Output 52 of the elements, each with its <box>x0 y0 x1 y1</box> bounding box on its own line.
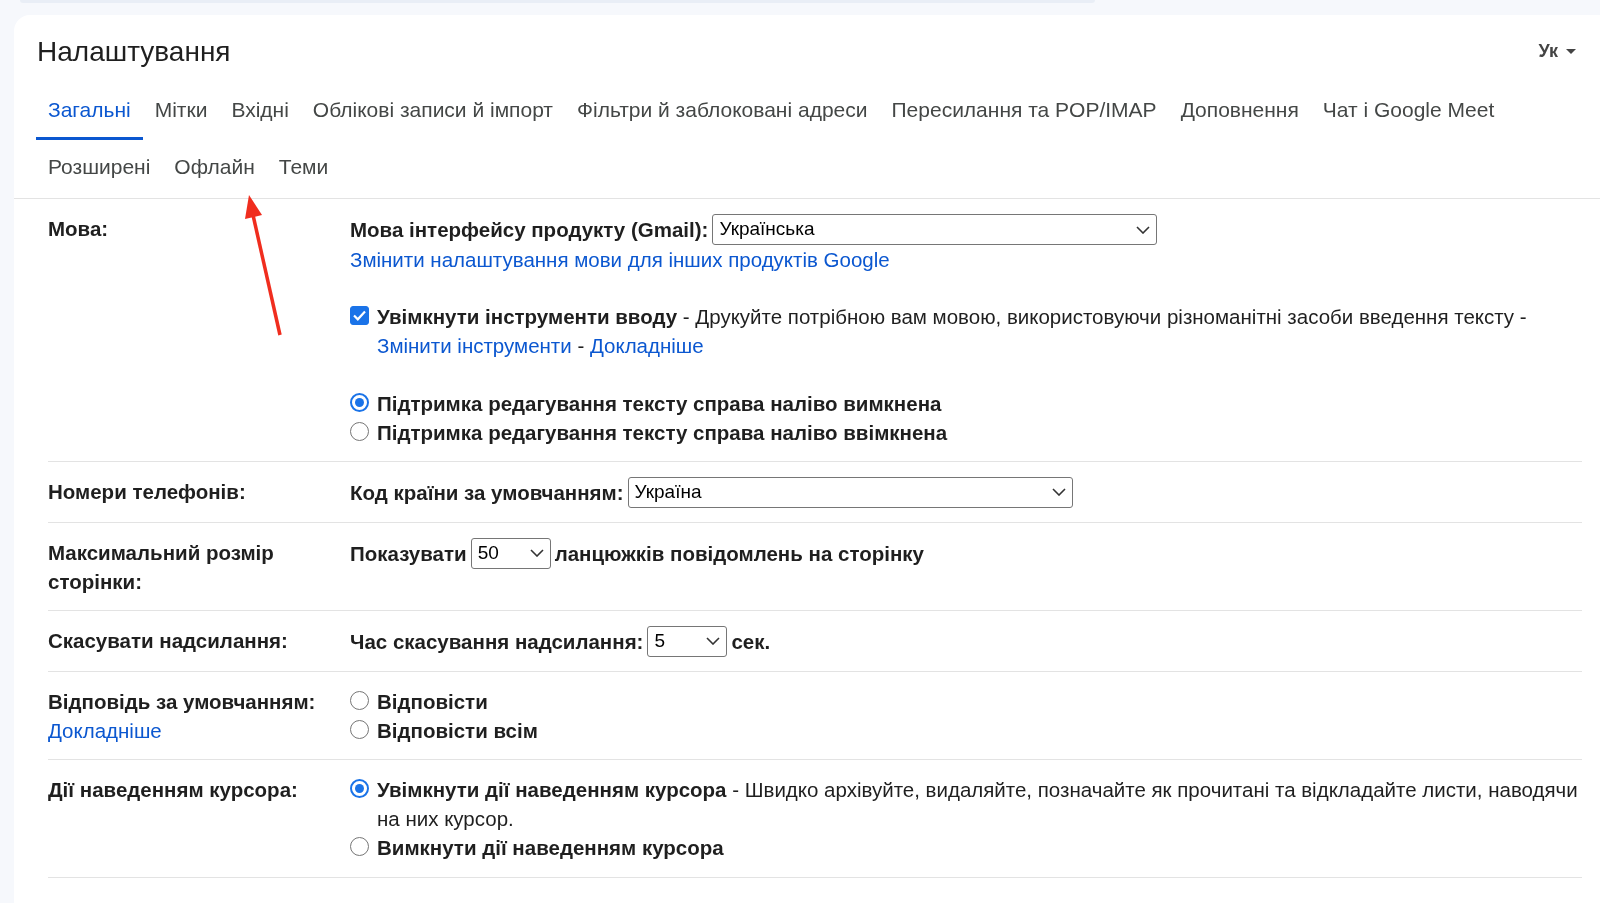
chevron-down-icon <box>529 549 544 558</box>
dropdown[interactable]: 5 <box>647 626 728 657</box>
caret-icon <box>1566 48 1576 55</box>
dropdown[interactable]: 50 <box>470 537 551 569</box>
setting-label: Скасувати надсилання: <box>48 628 289 654</box>
radio-button[interactable] <box>350 837 369 857</box>
page-title: Налаштування <box>36 35 231 69</box>
settings-tab[interactable]: Доповнення <box>1168 82 1311 141</box>
settings-tab[interactable]: Офлайн <box>162 140 267 199</box>
checkbox[interactable] <box>350 306 369 326</box>
input-tools-button[interactable]: Ук <box>1538 39 1576 65</box>
dropdown[interactable]: Україна <box>627 476 1073 508</box>
option-label: Підтримка редагування тексту справа наліво ввімкнена <box>377 419 948 446</box>
settings-tab[interactable]: Облікові записи й імпорт <box>300 82 565 141</box>
radio-button[interactable] <box>350 720 369 740</box>
settings-tab[interactable]: Розширені <box>36 140 163 199</box>
setting-label: Мова: <box>48 216 110 243</box>
settings-tab[interactable]: Пересилання та POP/IMAP <box>879 82 1169 141</box>
option-description: Увімкнути інструменти вводу - Друкуйте потрібною вам мовою, використовуючи різноманітні засоби введення тексту - Змінити інструменти - Докладніше <box>377 304 1528 360</box>
settings-tab[interactable]: Теми <box>266 140 341 199</box>
field-label: Мова інтерфейсу продукту (Gmail): <box>350 217 709 244</box>
setting-label: Максимальний розмір сторінки: <box>48 539 275 595</box>
settings-tab[interactable]: Загальні <box>36 82 143 141</box>
option-link[interactable]: Змінити інструменти <box>377 334 572 358</box>
settings-tab[interactable]: Фільтри й заблоковані адреси <box>565 82 880 141</box>
chevron-down-icon <box>1051 488 1066 497</box>
dropdown[interactable]: Українська <box>712 214 1158 246</box>
option-label: Підтримка редагування тексту справа наліво вимкнена <box>377 390 942 417</box>
setting-label: Відповідь за умовчанням: <box>48 689 317 715</box>
option-label: Відповісти <box>377 689 488 715</box>
radio-button[interactable] <box>350 421 369 441</box>
field-label: Показувати <box>350 540 467 567</box>
radio-button[interactable] <box>350 691 369 710</box>
radio-button[interactable] <box>350 779 369 799</box>
field-label: сек. <box>731 628 771 655</box>
field-label: Код країни за умовчанням: <box>350 479 624 506</box>
field-label: Час скасування надсилання: <box>350 628 644 655</box>
language-settings-link[interactable]: Змінити налаштування мови для інших продуктів Google <box>350 245 890 275</box>
option-label: Відповісти всім <box>377 718 538 745</box>
field-label: ланцюжків повідомлень на сторінку <box>554 540 924 567</box>
option-label: Вимкнути дії наведенням курсора <box>377 835 724 862</box>
chevron-down-icon <box>706 637 721 646</box>
settings-tab[interactable]: Мітки <box>142 82 220 141</box>
option-label: Увімкнути дії наведенням курсора - Швидко архівуйте, видаляйте, позначайте як прочитані та відкладайте листи, наводячи на них курсор. <box>377 777 1579 833</box>
option-link[interactable]: Докладніше <box>589 334 704 358</box>
learn-more-link[interactable]: Докладніше <box>48 716 162 746</box>
setting-label: Номери телефонів: <box>48 478 247 505</box>
setting-label: Дії наведенням курсора: <box>48 777 299 804</box>
radio-button[interactable] <box>350 392 369 412</box>
settings-tab[interactable]: Вхідні <box>219 82 301 141</box>
chevron-down-icon <box>1136 225 1151 234</box>
settings-tab[interactable]: Чат і Google Meet <box>1310 82 1507 141</box>
